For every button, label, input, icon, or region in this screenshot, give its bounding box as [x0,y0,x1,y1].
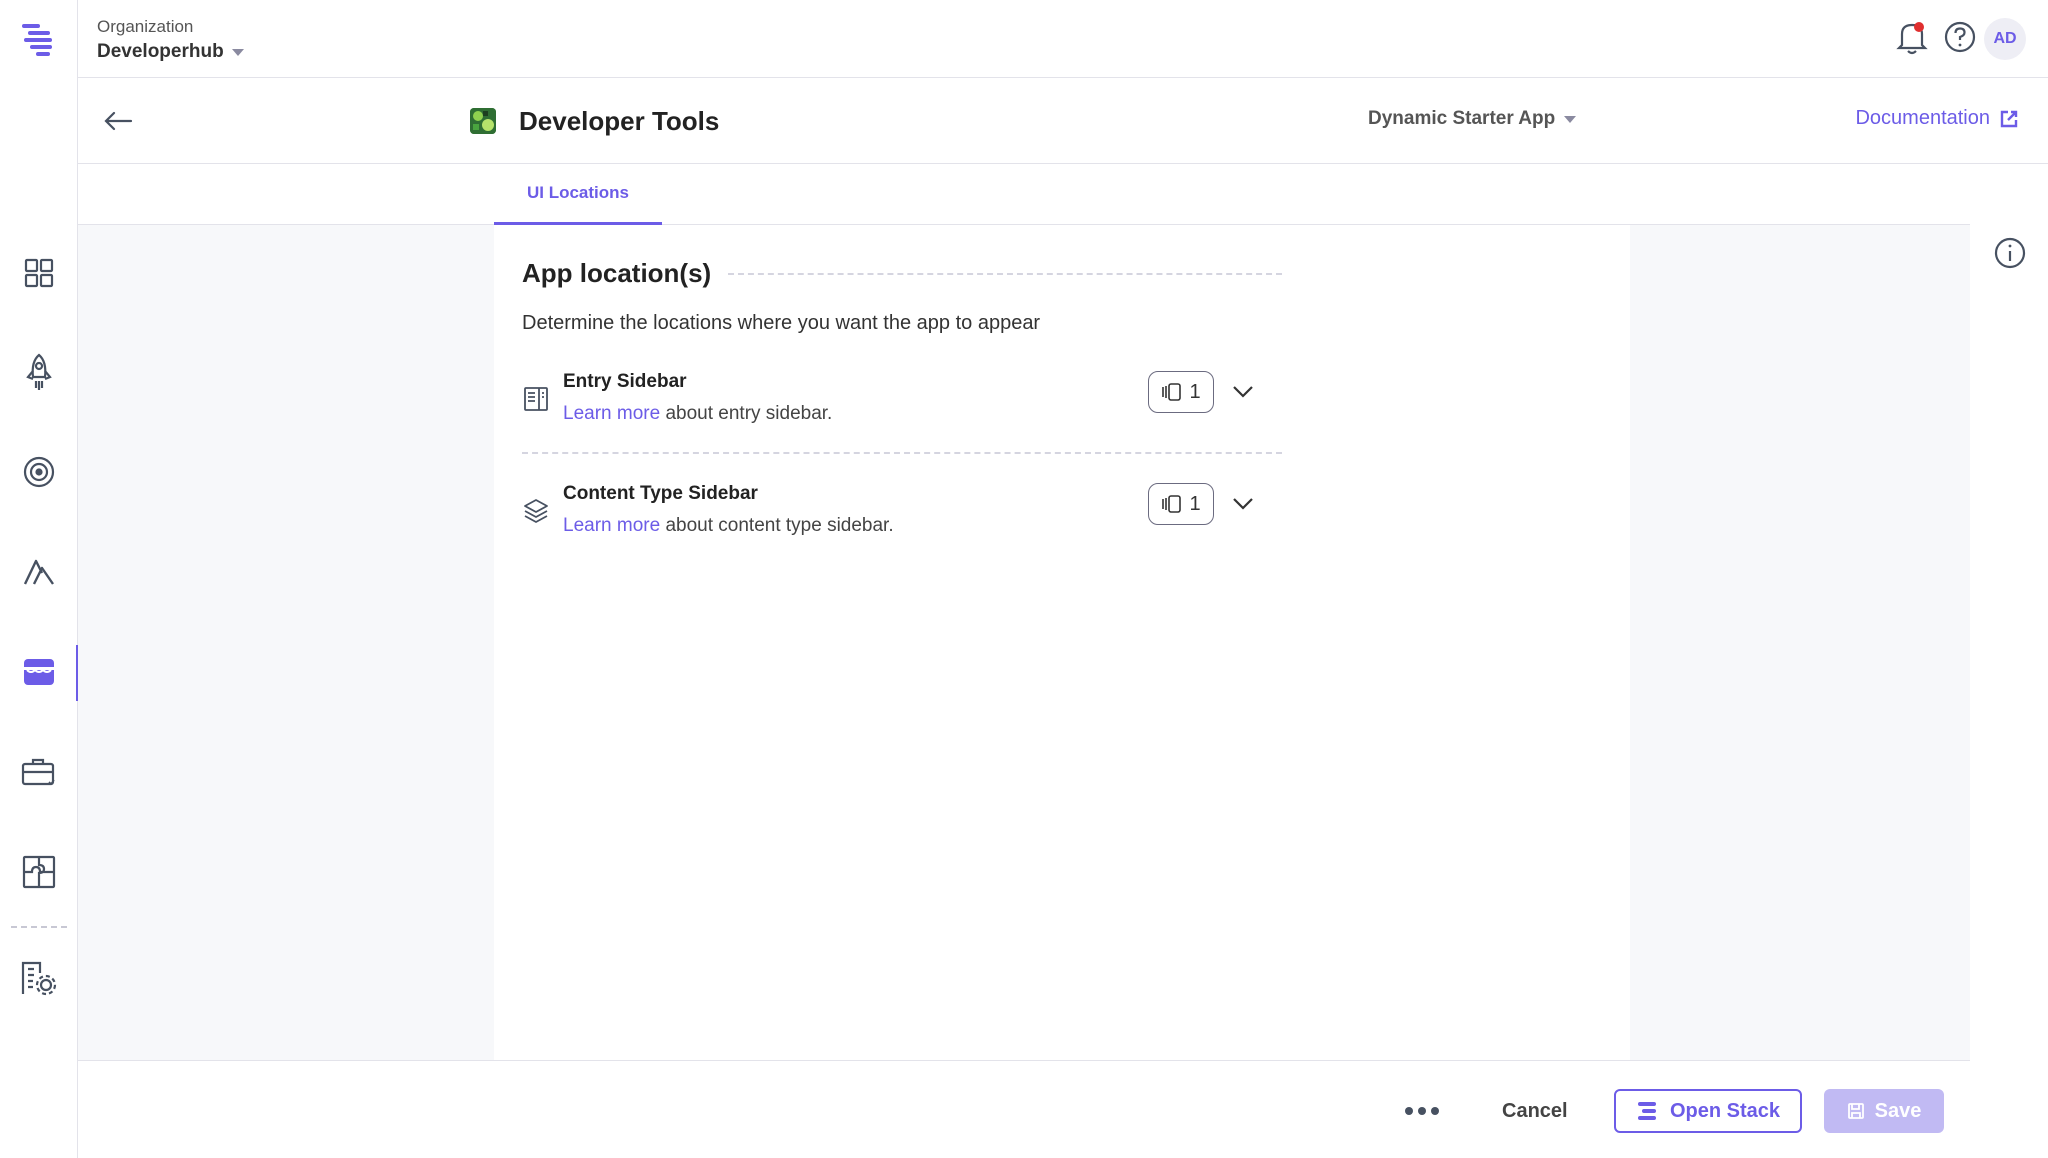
location-count-badge: 1 [1148,371,1214,413]
app-switcher-dropdown[interactable]: Dynamic Starter App [1368,108,1577,130]
location-count: 1 [1189,380,1201,403]
location-name: Entry Sidebar [563,371,687,392]
location-description-text: about entry sidebar. [660,403,833,424]
organization-name: Developerhub [97,41,224,62]
save-label: Save [1874,1099,1922,1122]
organization-settings-icon[interactable] [19,958,59,998]
target-icon[interactable] [19,452,59,492]
section-description: Determine the locations where you want t… [522,312,1041,334]
help-icon[interactable] [1940,17,1980,57]
dashboard-grid-icon[interactable] [19,253,59,293]
location-divider [522,452,1282,454]
app-title: Developer Tools [519,106,720,136]
back-arrow-icon[interactable] [98,101,138,141]
brand-logo-icon[interactable] [20,20,58,58]
save-disk-icon [1847,1103,1864,1119]
rocket-icon[interactable] [19,352,59,392]
learn-more-link[interactable]: Learn more [563,403,660,424]
entry-sidebar-icon [522,385,550,413]
open-stack-button[interactable]: Open Stack [1614,1089,1802,1133]
tab-bar: UI Locations [78,164,1970,225]
chevron-down-icon[interactable] [1226,375,1260,409]
top-bar: Organization Developerhub AD [78,0,2048,78]
rail-divider [11,926,67,928]
app-header: Developer Tools Dynamic Starter App Docu… [78,78,2048,164]
toolbox-icon[interactable] [19,752,59,792]
location-count-badge: 1 [1148,483,1214,525]
automation-icon[interactable] [19,552,59,592]
cancel-button[interactable]: Cancel [1490,1091,1580,1131]
widget-count-icon [1162,495,1182,513]
location-row-content-type-sidebar: Content Type Sidebar Learn more about co… [522,483,1282,553]
external-link-icon [2000,110,2018,127]
action-footer: Cancel Open Stack Save [78,1060,1970,1158]
location-row-entry-sidebar: Entry Sidebar Learn more about entry sid… [522,371,1282,441]
info-icon[interactable] [1990,233,2030,273]
section-divider [728,273,1282,275]
content-card [494,225,1630,1060]
widget-count-icon [1162,383,1182,401]
organization-switcher[interactable]: Developerhub [97,41,244,63]
app-switcher-label: Dynamic Starter App [1368,108,1556,129]
more-options-icon[interactable] [1402,1091,1442,1131]
notification-dot [1914,22,1924,32]
user-avatar[interactable]: AD [1984,18,2026,60]
learn-more-link[interactable]: Learn more [563,515,660,536]
layers-icon [522,497,550,525]
stack-logo-icon [1637,1102,1656,1120]
app-logo-icon [470,108,496,134]
chevron-down-icon[interactable] [1226,487,1260,521]
puzzle-icon[interactable] [19,852,59,892]
location-count: 1 [1189,492,1201,515]
documentation-label: Documentation [1855,107,1990,129]
marketplace-store-icon[interactable] [19,652,59,692]
tab-ui-locations[interactable]: UI Locations [494,164,662,225]
caret-down-icon [231,48,244,56]
save-button[interactable]: Save [1824,1089,1944,1133]
notifications-bell-icon[interactable] [1892,17,1932,57]
location-description: Learn more about entry sidebar. [563,403,832,425]
section-title: App location(s) [522,258,712,288]
location-description: Learn more about content type sidebar. [563,515,894,537]
location-description-text: about content type sidebar. [660,515,894,536]
left-navigation-rail [0,0,79,1158]
open-stack-label: Open Stack [1669,1099,1781,1122]
organization-label: Organization [97,17,194,36]
location-name: Content Type Sidebar [563,483,758,504]
documentation-link[interactable]: Documentation [1855,107,2018,130]
caret-down-icon [1564,115,1577,123]
